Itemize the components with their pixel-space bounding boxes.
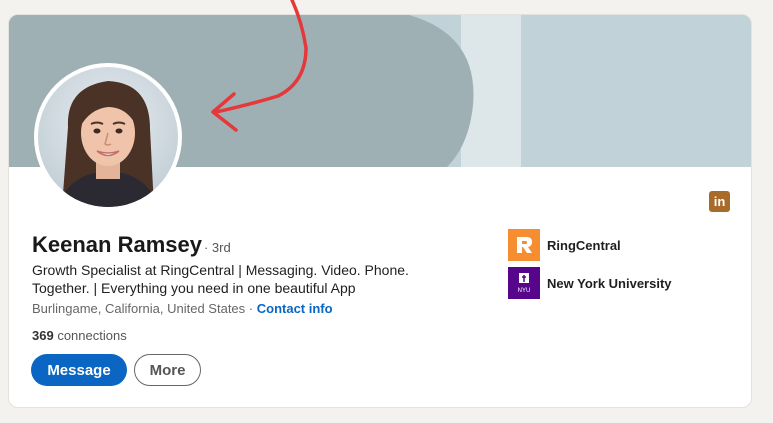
nyu-logo-text: NYU — [517, 287, 531, 294]
organization-name: RingCentral — [547, 237, 621, 253]
contact-info-link[interactable]: Contact info — [257, 301, 333, 316]
connections-count: 369 — [32, 328, 54, 343]
nyu-logo-icon: NYU — [508, 267, 540, 299]
organization-nyu[interactable]: NYU New York University — [508, 267, 672, 299]
profile-avatar[interactable] — [34, 63, 182, 211]
more-button[interactable]: More — [134, 354, 201, 386]
message-button[interactable]: Message — [31, 354, 127, 386]
profile-name-row: Keenan Ramsey · 3rd — [32, 232, 231, 258]
nyu-torch-glyph — [519, 272, 529, 283]
ringcentral-logo-icon — [508, 229, 540, 261]
profile-card: in Keenan Ramsey · 3rd Growth Specialist … — [8, 14, 752, 408]
connections-label: connections — [53, 328, 127, 343]
location-separator: · — [245, 301, 257, 316]
organization-ringcentral[interactable]: RingCentral — [508, 229, 621, 261]
linkedin-icon[interactable]: in — [709, 191, 730, 212]
profile-location: Burlingame, California, United States — [32, 301, 246, 316]
profile-name: Keenan Ramsey — [32, 232, 202, 257]
connections-count-row[interactable]: 369 connections — [32, 328, 127, 343]
profile-photo — [38, 67, 178, 207]
connection-degree: · 3rd — [203, 240, 231, 255]
profile-location-row: Burlingame, California, United States · … — [32, 301, 333, 316]
organization-name: New York University — [547, 275, 672, 291]
profile-headline: Growth Specialist at RingCentral | Messa… — [32, 262, 409, 296]
ringcentral-glyph — [517, 237, 532, 253]
